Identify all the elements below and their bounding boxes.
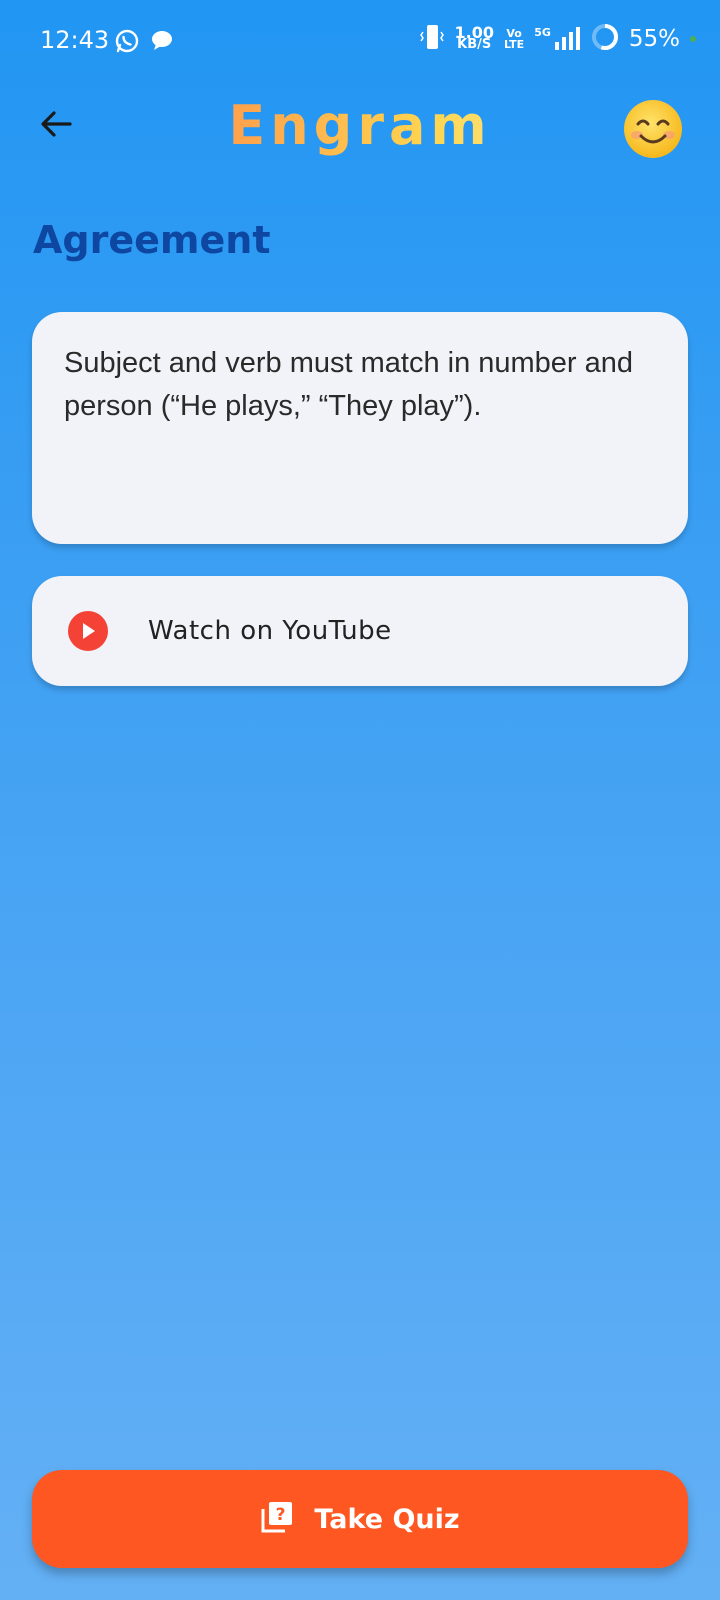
- status-icons: 1.00 KB/S Vo LTE 5G 55%: [420, 22, 696, 56]
- play-icon: [68, 611, 108, 651]
- net-speed: 1.00 KB/S: [454, 23, 494, 52]
- mood-button[interactable]: [622, 98, 684, 160]
- smiling-face-icon: [622, 100, 684, 164]
- app-title: Engram: [0, 94, 720, 157]
- svg-text:?: ?: [276, 1505, 286, 1525]
- quiz-icon: ?: [260, 1500, 294, 1538]
- watch-youtube-button[interactable]: Watch on YouTube: [32, 576, 688, 686]
- signal-5g-icon: 5G: [534, 26, 581, 52]
- volte-indicator: Vo LTE: [503, 27, 525, 51]
- description-card: Subject and verb must match in number an…: [32, 312, 688, 544]
- take-quiz-label: Take Quiz: [314, 1503, 460, 1535]
- topic-description: Subject and verb must match in number an…: [64, 347, 634, 422]
- watch-youtube-label: Watch on YouTube: [148, 616, 392, 646]
- vibrate-icon: [420, 22, 445, 56]
- privacy-indicator-dot: [690, 36, 696, 42]
- chat-bubble-icon: [150, 28, 174, 56]
- take-quiz-button[interactable]: ? Take Quiz: [32, 1470, 688, 1568]
- battery-percent: 55%: [628, 26, 680, 52]
- battery-ring-icon: [591, 23, 619, 55]
- topic-title: Agreement: [33, 218, 271, 262]
- status-bar: 12:43 1.00 KB/S Vo LTE 5G 55%: [0, 0, 720, 84]
- status-time: 12:43: [40, 26, 110, 54]
- whatsapp-icon: [114, 28, 140, 58]
